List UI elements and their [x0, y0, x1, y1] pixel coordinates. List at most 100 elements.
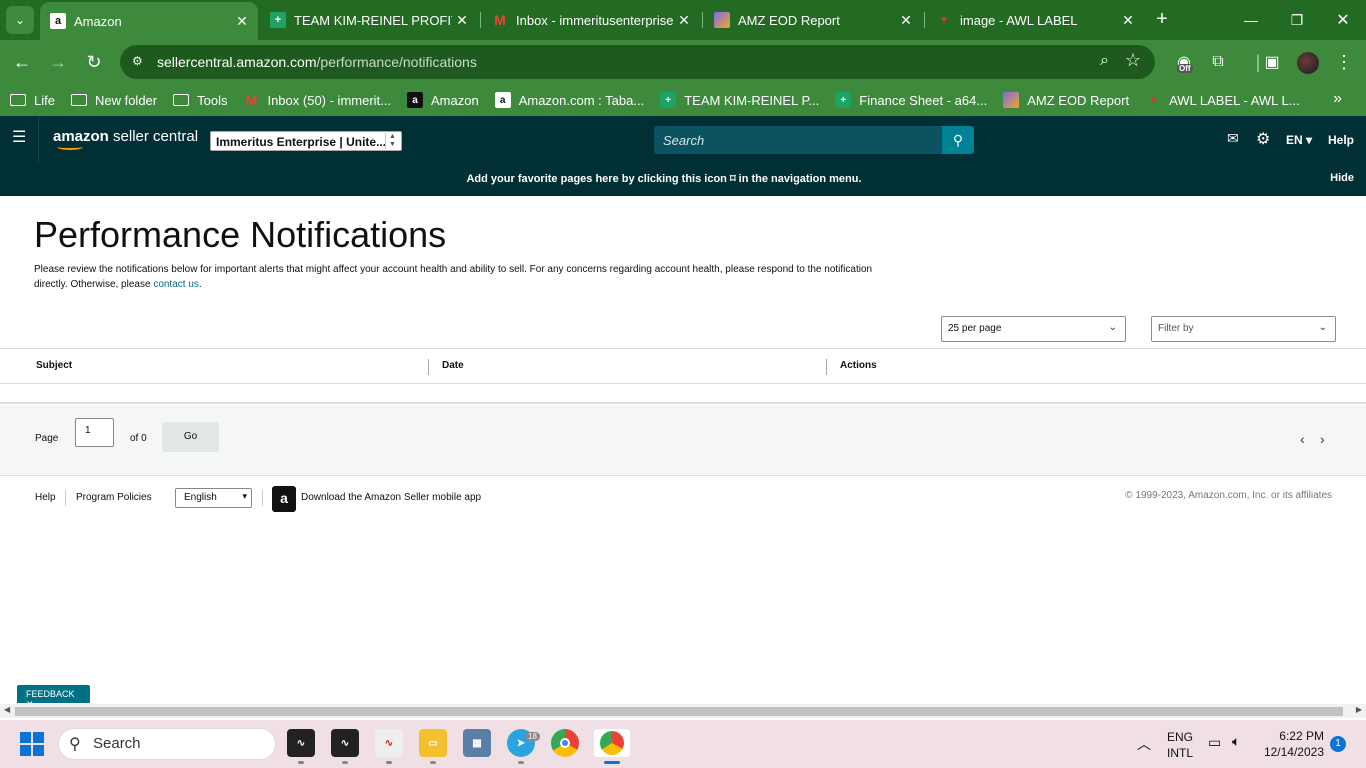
footer-help-link[interactable]: Help: [35, 492, 56, 503]
gmail-icon: M: [245, 92, 258, 108]
previous-page-icon[interactable]: ‹: [1300, 431, 1305, 447]
close-icon[interactable]: ✕: [674, 12, 694, 29]
mobile-app-link[interactable]: Download the Amazon Seller mobile app: [301, 492, 481, 503]
favorites-message: Add your favorite pages here by clicking…: [0, 172, 1328, 185]
gear-icon[interactable]: ⚙: [1256, 129, 1270, 149]
mail-icon[interactable]: ✉: [1227, 130, 1239, 147]
scroll-left-icon[interactable]: ◀: [4, 705, 10, 714]
column-date[interactable]: Date: [442, 360, 464, 371]
bookmarks-bar: Life New folder Tools M Inbox (50) - imme…: [0, 84, 1366, 116]
side-panel-icon[interactable]: ▣: [1260, 50, 1284, 74]
reload-button[interactable]: ↻: [82, 50, 106, 74]
filter-select[interactable]: Filter by ⌄: [1151, 316, 1336, 342]
back-button[interactable]: ←: [10, 50, 34, 74]
chrome-icon[interactable]: [551, 729, 579, 757]
tab-awl-label[interactable]: ▼ image - AWL LABEL ✕: [926, 0, 1144, 40]
seller-central-logo[interactable]: amazon seller central: [53, 128, 198, 150]
filter-placeholder: Filter by: [1158, 323, 1194, 334]
hide-banner-button[interactable]: Hide: [1330, 172, 1354, 184]
column-subject[interactable]: Subject: [36, 360, 72, 371]
volume-icon[interactable]: 🔈︎: [1232, 733, 1240, 750]
bookmark-star-icon[interactable]: ☆: [1125, 50, 1141, 71]
minimize-button[interactable]: —: [1228, 0, 1274, 40]
bookmark-tools[interactable]: Tools: [173, 93, 227, 108]
extension-badge: Off: [1177, 64, 1193, 73]
chevron-down-icon: ⌄: [1318, 322, 1327, 333]
amazon-icon: a: [407, 92, 423, 108]
network-icon[interactable]: ▭: [1208, 734, 1221, 751]
search-icon: ⚲: [69, 736, 81, 753]
bookmark-team-sheet[interactable]: + TEAM KIM-REINEL P...: [660, 92, 819, 108]
chevron-up-icon[interactable]: ︿: [1137, 734, 1151, 754]
bookmark-amazon[interactable]: a Amazon: [407, 92, 479, 108]
restore-button[interactable]: ❐: [1274, 0, 1320, 40]
bookmark-awl-label[interactable]: ▼ AWL LABEL - AWL L...: [1145, 92, 1299, 108]
clock-time[interactable]: 6:22 PM: [1262, 729, 1324, 743]
profile-avatar[interactable]: [1297, 52, 1319, 74]
close-icon[interactable]: ✕: [1118, 12, 1138, 29]
input-layout[interactable]: INTL: [1164, 746, 1196, 760]
hamburger-menu-icon[interactable]: ☰: [12, 130, 26, 146]
file-explorer-icon[interactable]: ▭: [419, 729, 447, 757]
bookmark-icon: ⌑: [729, 173, 736, 185]
go-button[interactable]: Go: [162, 422, 219, 452]
feedback-button[interactable]: FEEDBACK ✕: [17, 685, 90, 709]
app-awl-2-icon[interactable]: ∿: [331, 729, 359, 757]
calculator-icon[interactable]: ▦: [463, 729, 491, 757]
bookmark-new-folder[interactable]: New folder: [70, 92, 158, 108]
search-input[interactable]: Search: [654, 126, 942, 154]
clock-date[interactable]: 12/14/2023: [1262, 745, 1324, 759]
url-host: sellercentral.amazon.com: [157, 54, 317, 70]
bookmark-finance-sheet[interactable]: + Finance Sheet - a64...: [835, 92, 987, 108]
chrome-menu-icon[interactable]: ⋮: [1332, 50, 1356, 74]
site-info-icon[interactable]: ⚙: [132, 54, 148, 70]
per-page-select[interactable]: 25 per page ⌄: [941, 316, 1126, 342]
page-number-input[interactable]: 1: [75, 418, 114, 447]
close-icon[interactable]: ✕: [232, 13, 252, 30]
zoom-icon[interactable]: ⌕: [1100, 52, 1109, 70]
bookmark-amazon-taba[interactable]: a Amazon.com : Taba...: [494, 92, 644, 108]
footer-language-select[interactable]: English ▾: [175, 488, 252, 508]
window-close-button[interactable]: ✕: [1320, 0, 1366, 40]
windows-start-icon[interactable]: [20, 732, 44, 756]
more-bookmarks-icon[interactable]: »: [1333, 90, 1342, 108]
next-page-icon[interactable]: ›: [1320, 431, 1325, 447]
app-awl-1-icon[interactable]: ∿: [287, 729, 315, 757]
program-policies-link[interactable]: Program Policies: [76, 492, 152, 503]
browser-tabstrip: ⌄ a Amazon ✕ + TEAM KIM-REINEL PROFIT SH…: [0, 0, 1366, 40]
notification-badge[interactable]: 1: [1330, 736, 1346, 752]
chrome-profile-icon[interactable]: [594, 729, 630, 757]
bookmark-inbox[interactable]: M Inbox (50) - immerit...: [243, 92, 391, 108]
contact-us-link[interactable]: contact us: [153, 279, 199, 290]
language-selector[interactable]: EN ▾: [1286, 133, 1312, 147]
bookmark-label: Life: [34, 92, 55, 108]
account-switcher[interactable]: Immeritus Enterprise | Unite... ▲ ▼: [210, 131, 402, 151]
input-language[interactable]: ENG: [1164, 730, 1196, 744]
extensions-icon[interactable]: ⧉: [1206, 50, 1230, 74]
app-awl-3-icon[interactable]: ∿: [375, 729, 403, 757]
new-tab-button[interactable]: +: [1150, 8, 1174, 32]
close-icon[interactable]: ✕: [452, 12, 472, 29]
page-title: Performance Notifications: [34, 214, 447, 255]
search-button[interactable]: ⚲: [942, 126, 974, 154]
scrollbar-thumb[interactable]: [15, 707, 1343, 716]
tab-search-button[interactable]: ⌄: [6, 6, 34, 34]
forward-button[interactable]: →: [46, 50, 70, 74]
bookmark-label: TEAM KIM-REINEL P...: [684, 92, 820, 108]
amazon-app-icon[interactable]: a: [272, 486, 296, 512]
horizontal-scrollbar[interactable]: ◀ ▶: [0, 704, 1366, 718]
tab-eod-report[interactable]: AMZ EOD Report ✕: [704, 0, 922, 40]
copyright: © 1999-2023, Amazon.com, Inc. or its aff…: [1125, 490, 1332, 501]
close-icon[interactable]: ✕: [896, 12, 916, 29]
tab-team-sheet[interactable]: + TEAM KIM-REINEL PROFIT SH ✕: [260, 0, 478, 40]
address-bar[interactable]: ⚙ sellercentral.amazon.com/performance/n…: [120, 45, 1155, 79]
help-link[interactable]: Help: [1328, 133, 1354, 147]
bookmark-label: New folder: [94, 92, 158, 108]
bookmark-life[interactable]: Life: [10, 93, 55, 108]
scroll-right-icon[interactable]: ▶: [1356, 705, 1362, 714]
taskbar-search-label: Search: [93, 735, 141, 752]
tab-amazon[interactable]: a Amazon ✕: [40, 2, 258, 40]
tab-gmail[interactable]: M Inbox - immeritusenterprises ✕: [482, 0, 700, 40]
taskbar-search[interactable]: ⚲ Search: [58, 728, 276, 760]
bookmark-eod-report[interactable]: AMZ EOD Report: [1003, 92, 1129, 108]
